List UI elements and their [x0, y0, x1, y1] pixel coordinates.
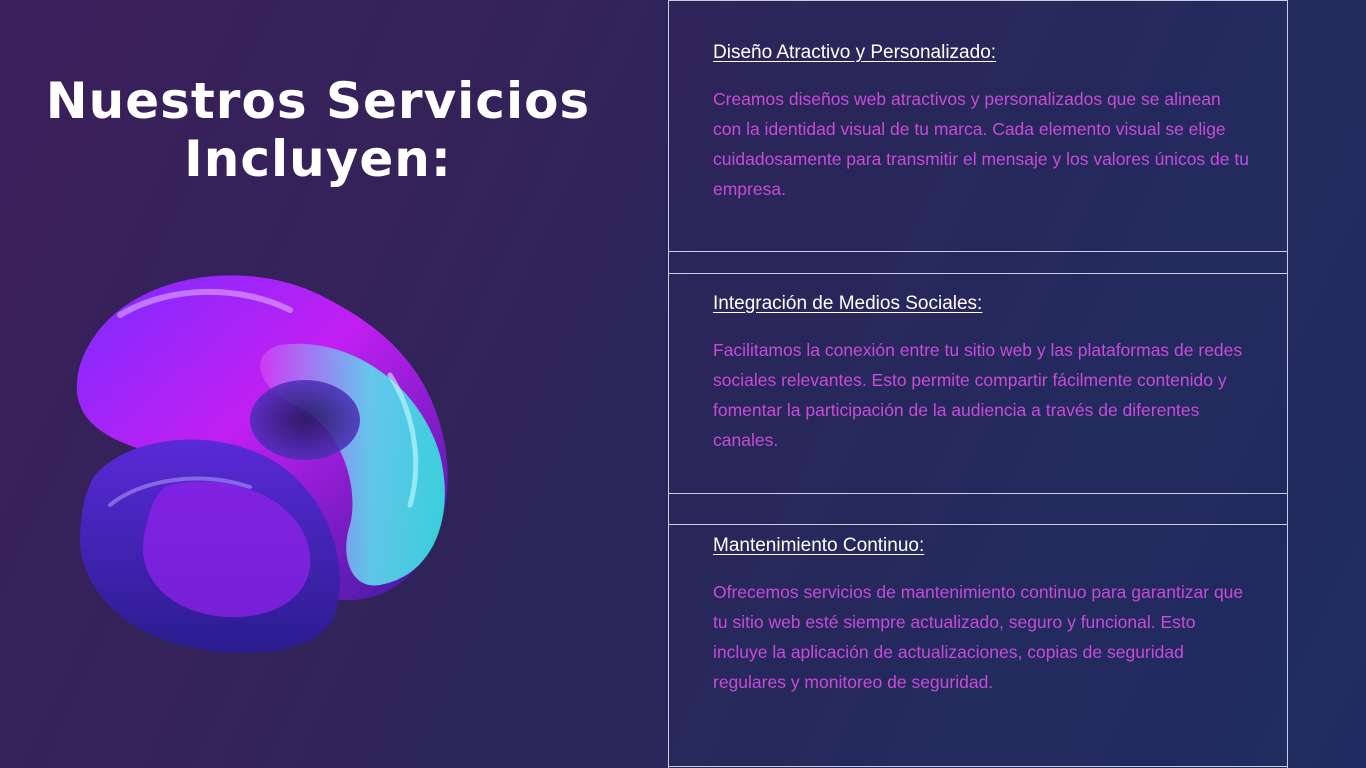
- service-card-maintenance: Mantenimiento Continuo: Ofrecemos servic…: [713, 535, 1253, 697]
- divider-line: [669, 0, 1287, 1]
- abstract-3d-shape-image: [76, 275, 448, 653]
- service-heading: Mantenimiento Continuo:: [713, 535, 925, 556]
- service-card-social: Integración de Medios Sociales: Facilita…: [713, 293, 1253, 455]
- divider-line: [669, 273, 1287, 274]
- service-description: Facilitamos la conexión entre tu sitio w…: [713, 340, 1243, 450]
- services-panel: Diseño Atractivo y Personalizado: Creamo…: [668, 0, 1288, 768]
- divider-line: [669, 766, 1287, 767]
- divider-line: [669, 251, 1287, 252]
- slide-title: Nuestros Servicios Incluyen:: [45, 72, 591, 188]
- service-description: Creamos diseños web atractivos y persona…: [713, 89, 1249, 199]
- service-card-design: Diseño Atractivo y Personalizado: Creamo…: [713, 42, 1253, 204]
- divider-line: [669, 493, 1287, 494]
- divider-line: [669, 524, 1287, 525]
- service-description: Ofrecemos servicios de mantenimiento con…: [713, 582, 1244, 692]
- service-heading: Diseño Atractivo y Personalizado:: [713, 42, 997, 63]
- slide: Nuestros Servicios Incluyen: Diseño Atra…: [0, 0, 1366, 768]
- service-heading: Integración de Medios Sociales:: [713, 293, 983, 314]
